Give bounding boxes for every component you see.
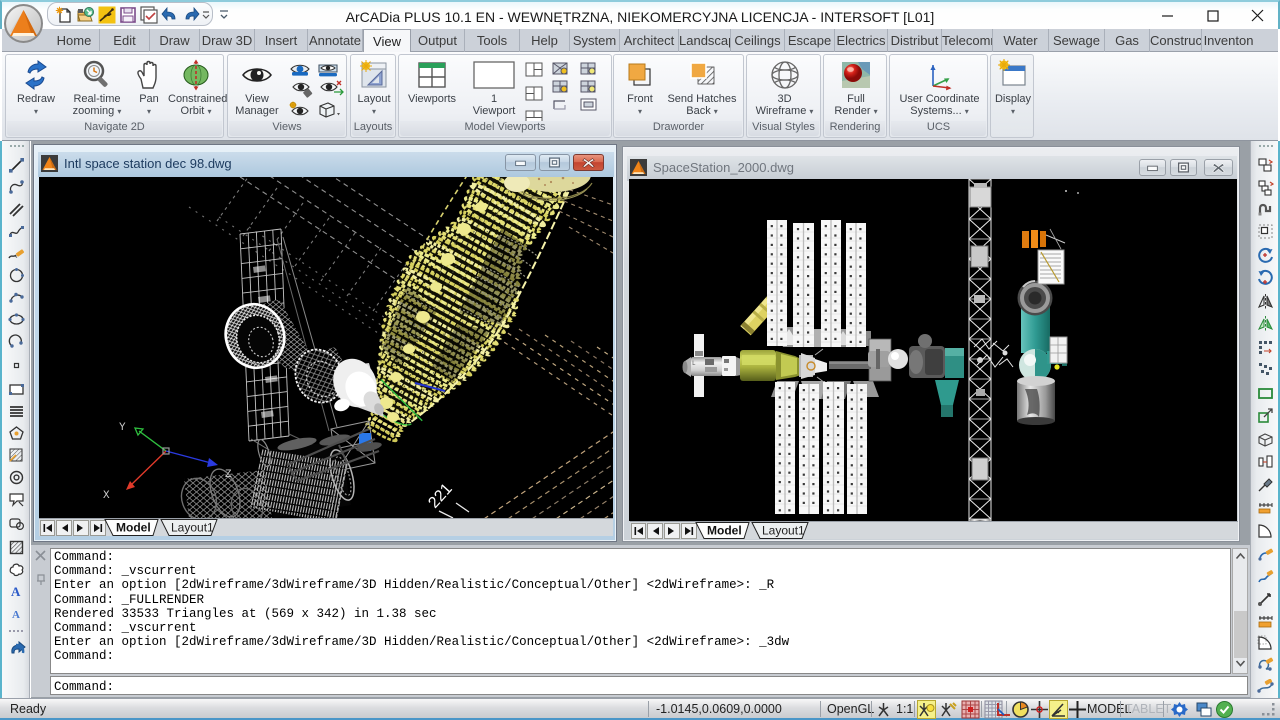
svg-text:X: X [103, 490, 110, 502]
svg-text:Model: Model [116, 521, 151, 535]
svg-text:A: A [12, 609, 20, 621]
svg-text:Y: Y [119, 422, 126, 434]
svg-text:L: L [692, 360, 696, 367]
svg-text:Model: Model [707, 524, 742, 538]
svg-text:A: A [11, 584, 21, 599]
svg-text:Layout1: Layout1 [762, 524, 805, 538]
svg-text:Layout1: Layout1 [171, 521, 214, 535]
svg-text:Z: Z [225, 469, 232, 481]
